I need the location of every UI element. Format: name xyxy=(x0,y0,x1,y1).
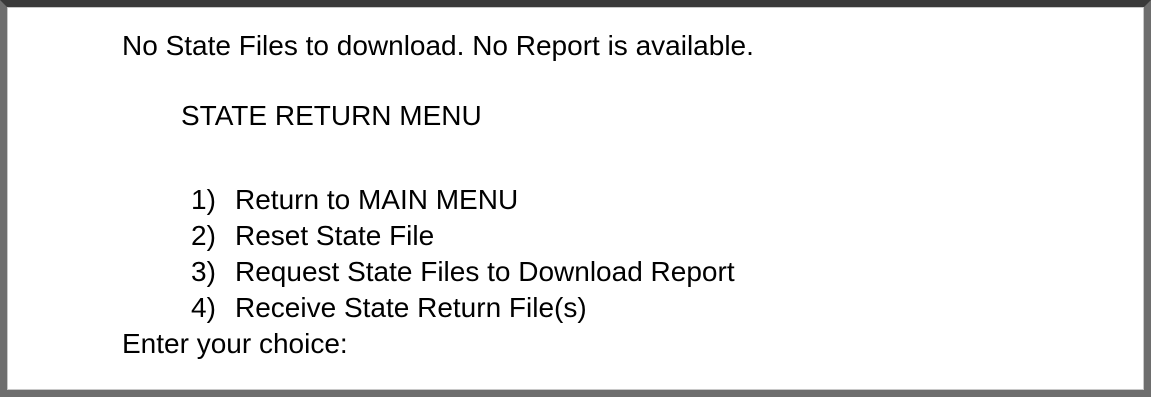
menu-item-return-main-menu[interactable]: 1) Return to MAIN MENU xyxy=(191,184,518,216)
menu-item-label: Return to MAIN MENU xyxy=(235,184,519,215)
menu-item-label: Request State Files to Download Report xyxy=(235,256,735,287)
menu-item-request-download-report[interactable]: 3) Request State Files to Download Report xyxy=(191,256,735,288)
menu-item-reset-state-file[interactable]: 2) Reset State File xyxy=(191,220,434,252)
choice-input[interactable] xyxy=(355,332,395,360)
terminal-window: No State Files to download. No Report is… xyxy=(0,0,1151,397)
terminal-screen: No State Files to download. No Report is… xyxy=(7,7,1144,390)
menu-item-number: 4) xyxy=(191,292,216,323)
menu-title: STATE RETURN MENU xyxy=(181,100,482,131)
menu-item-number: 2) xyxy=(191,220,216,251)
choice-prompt-label: Enter your choice: xyxy=(122,328,348,359)
menu-item-label: Receive State Return File(s) xyxy=(235,292,587,323)
menu-item-receive-return-files[interactable]: 4) Receive State Return File(s) xyxy=(191,292,587,324)
menu-item-number: 1) xyxy=(191,184,216,215)
menu-item-number: 3) xyxy=(191,256,216,287)
menu-item-label: Reset State File xyxy=(235,220,435,251)
choice-prompt-row: Enter your choice: xyxy=(122,328,395,360)
status-message: No State Files to download. No Report is… xyxy=(122,30,754,61)
